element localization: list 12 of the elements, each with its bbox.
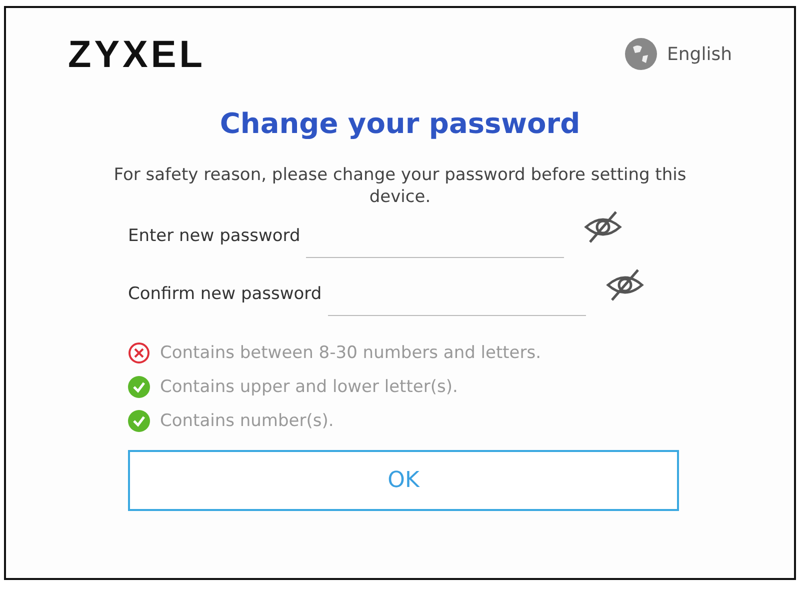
field-label: Enter new password [128,226,300,248]
language-selector[interactable]: English [667,44,732,64]
field-label: Confirm new password [128,284,322,306]
rule-text: Contains upper and lower letter(s). [160,377,458,397]
globe-icon[interactable] [625,38,657,70]
page-title: Change your password [218,107,582,140]
eye-off-icon[interactable] [606,268,644,302]
logo: ZYXEL [68,33,206,77]
eye-off-icon[interactable] [584,210,622,244]
rule-text: Contains number(s). [160,411,334,431]
rule-text: Contains between 8-30 numbers and letters. [160,343,542,363]
instruction-text: For safety reason, please change your password before setting this device. [112,164,688,208]
